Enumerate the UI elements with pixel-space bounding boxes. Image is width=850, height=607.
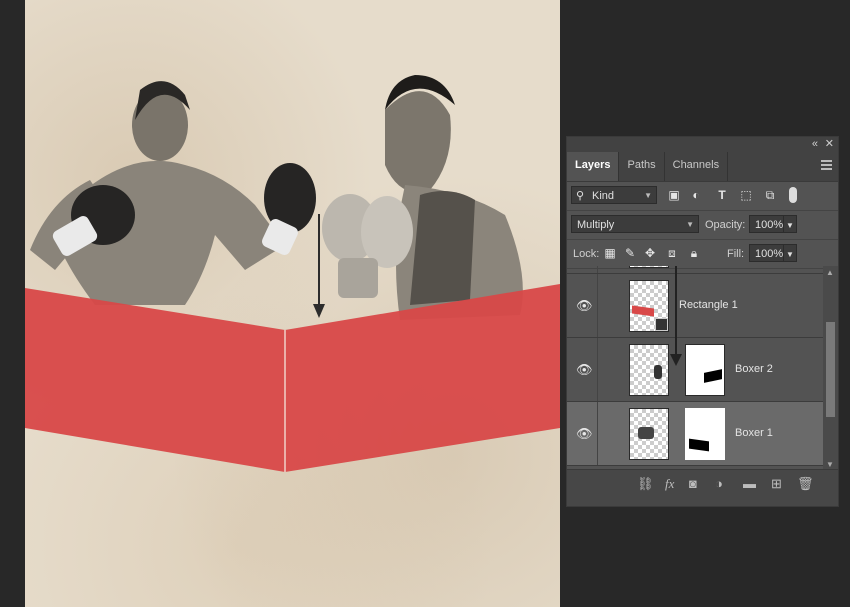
scrollbar-thumb[interactable] [826,322,835,417]
layer-name[interactable]: Boxer 1 [735,427,773,439]
visibility-eye-icon[interactable]: 👁︎ [576,362,593,378]
shape-layer-icon [655,318,668,331]
visibility-eye-icon[interactable]: 👁︎ [576,426,593,442]
layer-row-boxer-1[interactable]: 👁︎ Boxer 1 [567,402,823,466]
chevron-down-icon: ▼ [786,250,794,259]
panel-menu-icon[interactable] [821,160,832,170]
lock-label: Lock: [573,248,600,260]
adjustment-filter-icon[interactable]: ◐ [689,188,703,202]
poster-artwork [25,75,560,472]
lock-position-icon[interactable]: ✥ [643,246,657,260]
close-panel-icon[interactable]: ✕ [825,137,834,151]
chevron-down-icon: ▼ [644,191,652,200]
layers-panel: « ✕ Layers Paths Channels ⚲ Kind ▼ ▣ ◐ T… [566,136,839,507]
shape-filter-icon[interactable]: ⬚ [739,188,753,202]
document-canvas[interactable] [25,0,560,607]
fill-dropdown[interactable]: ▼ [783,244,797,262]
fill-label: Fill: [727,248,745,260]
filter-kind-select[interactable]: ⚲ Kind ▼ [571,186,657,204]
collapse-panel-icon[interactable]: « [812,137,818,151]
fill-value: 100% [755,248,784,260]
lock-all-icon[interactable]: 🔒︎ [687,246,701,260]
layer-thumbnail [629,266,669,268]
panel-tabs: Layers Paths Channels [567,151,838,182]
tutorial-arrow-panel-head [670,354,682,366]
layer-name[interactable]: Boxer 2 [735,363,773,375]
lock-image-pixels-icon[interactable]: ✎ [623,246,637,260]
tab-channels[interactable]: Channels [665,152,729,181]
scroll-down-icon[interactable]: ▼ [826,460,834,469]
opacity-dropdown[interactable]: ▼ [783,215,797,233]
blend-mode-value: Multiply [577,219,615,231]
blend-mode-select[interactable]: Multiply ▼ [571,215,699,233]
panel-title-strip: « ✕ [567,137,838,151]
layer-mask-thumbnail[interactable] [685,408,725,460]
filter-kind-label: Kind [592,190,615,202]
layer-mask-thumbnail[interactable] [685,344,725,396]
opacity-label: Opacity: [705,219,746,231]
layer-thumbnail [629,408,669,460]
type-filter-icon[interactable]: T [715,188,729,202]
panel-bottom-toolbar: ⛓︎ fx ◙ ◑ ▬ ⊞ 🗑︎ [567,469,838,506]
artboard-lock-icon[interactable]: ⧈ [665,246,679,260]
new-group-folder-icon[interactable]: ▬ [743,476,756,491]
tab-paths[interactable]: Paths [619,152,665,181]
filter-toggle[interactable] [789,187,797,203]
add-mask-icon[interactable]: ◙ [689,476,697,491]
layers-scrollbar[interactable]: ▲ ▼ [823,266,838,471]
layers-list: 👁︎ Rectangle 1 👁︎ Boxer 2 👁︎ Boxer 1 [567,266,823,471]
layer-thumbnail [629,280,669,332]
new-layer-icon[interactable]: ⊞ [771,476,782,492]
red-rectangle-banner [25,284,560,472]
tutorial-arrow-panel [675,266,677,358]
link-layers-icon[interactable]: ⛓︎ [637,476,654,492]
delete-layer-trash-icon[interactable]: 🗑︎ [797,476,814,492]
layer-name[interactable]: Rectangle 1 [679,299,738,311]
layer-thumbnail [629,344,669,396]
lock-row: Lock: ▦ ✎ ✥ ⧈ 🔒︎ Fill: 100% ▼ [567,240,838,269]
layer-row-partial[interactable] [567,266,823,274]
adjustment-layer-icon[interactable]: ◑ [715,476,723,491]
tab-layers[interactable]: Layers [567,152,620,181]
visibility-eye-icon[interactable]: 👁︎ [576,298,593,314]
search-icon: ⚲ [576,190,585,202]
chevron-down-icon: ▼ [786,221,794,230]
scroll-up-icon[interactable]: ▲ [826,268,834,277]
blend-row: Multiply ▼ Opacity: 100% ▼ [567,211,838,240]
lock-transparent-pixels-icon[interactable]: ▦ [603,246,617,260]
layer-row-boxer-2[interactable]: 👁︎ Boxer 2 [567,338,823,402]
image-filter-icon[interactable]: ▣ [667,188,681,202]
boxer-2-figure [385,75,523,320]
chevron-down-icon: ▼ [686,220,694,229]
boxer-1-figure [30,81,285,305]
smart-object-filter-icon[interactable]: ⧉ [763,188,777,202]
opacity-value: 100% [755,219,784,231]
layer-style-fx-icon[interactable]: fx [665,476,674,492]
filter-row: ⚲ Kind ▼ ▣ ◐ T ⬚ ⧉ [567,182,838,211]
layer-row-rectangle-1[interactable]: 👁︎ Rectangle 1 [567,274,823,338]
